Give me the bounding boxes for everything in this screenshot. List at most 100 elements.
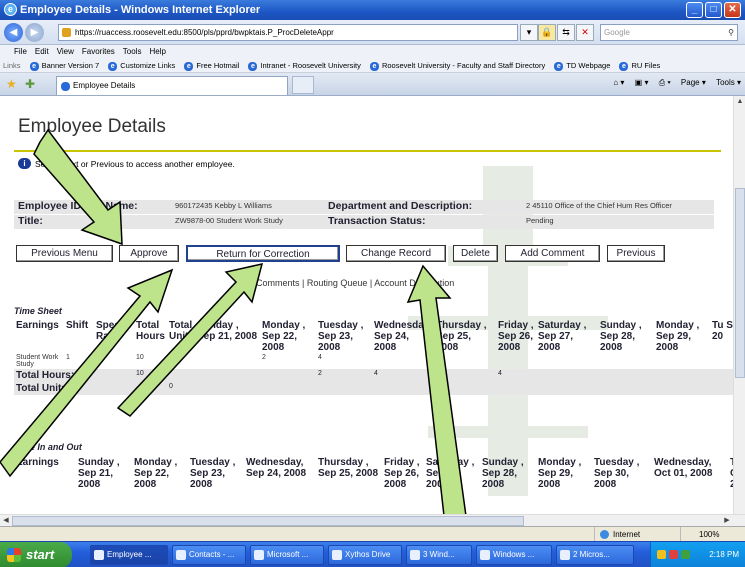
- column-header: Monday , Sep 22, 2008: [134, 457, 178, 490]
- link-banner[interactable]: Banner Version 7: [30, 58, 100, 72]
- table-cell: 2: [262, 354, 266, 361]
- column-header: Friday , Sep 26, 2008: [384, 457, 420, 490]
- return-for-correction-button[interactable]: Return for Correction: [186, 245, 340, 262]
- detail-links: Comments | Routing Queue | Account Distr…: [256, 278, 455, 288]
- forward-button[interactable]: ▶: [25, 23, 44, 42]
- column-header: Tuesday , Sep 23, 2008: [190, 457, 236, 490]
- new-tab-button[interactable]: [292, 76, 314, 94]
- account-distribution-link[interactable]: Account Distribution: [374, 278, 454, 288]
- table-cell: [195, 353, 260, 369]
- taskbar-item[interactable]: 3 Wind...: [406, 545, 472, 565]
- delete-button[interactable]: Delete: [453, 245, 498, 262]
- previous-button[interactable]: Previous: [607, 245, 665, 262]
- add-comment-button[interactable]: Add Comment: [505, 245, 600, 262]
- ie-window: e Employee Details - Windows Internet Ex…: [0, 0, 745, 567]
- scroll-thumb[interactable]: [12, 516, 524, 526]
- taskbar-item[interactable]: Employee ...: [90, 545, 168, 565]
- stop-icon[interactable]: ✕: [576, 24, 594, 41]
- table-cell: [167, 353, 195, 369]
- total-units-value: 0: [167, 382, 195, 395]
- link-customize[interactable]: Customize Links: [108, 58, 175, 72]
- menu-tools[interactable]: Tools: [119, 45, 146, 58]
- employee-id-value: 960172435 Kebby L Williams: [175, 201, 272, 210]
- table-row: Student Work Study 1 10 2 4 4: [14, 353, 733, 369]
- column-header: Earnings: [16, 457, 59, 468]
- taskbar-item[interactable]: 2 Micros...: [556, 545, 634, 565]
- routing-queue-link[interactable]: Routing Queue: [307, 278, 368, 288]
- start-button[interactable]: start: [0, 542, 72, 567]
- taskbar-item[interactable]: Xythos Drive: [328, 545, 402, 565]
- column-header: Special Rate: [96, 320, 132, 342]
- close-button[interactable]: ✕: [724, 2, 741, 18]
- column-header: Shift: [66, 320, 89, 331]
- link-td-webpage[interactable]: TD Webpage: [554, 58, 610, 72]
- search-icon[interactable]: ⚲: [728, 25, 734, 40]
- taskbar-item[interactable]: Microsoft ...: [250, 545, 324, 565]
- total-hours-value: 2: [316, 369, 372, 382]
- table-cell: 4: [318, 354, 322, 361]
- dropdown-icon[interactable]: ▾: [520, 24, 538, 41]
- link-ru-files[interactable]: RU Files: [619, 58, 660, 72]
- scroll-up-icon[interactable]: ▲: [734, 96, 745, 108]
- refresh-icon[interactable]: ⇆: [557, 24, 575, 41]
- instruction-text: Select Next or Previous to access anothe…: [18, 158, 235, 170]
- menu-help[interactable]: Help: [145, 45, 169, 58]
- zoom-level[interactable]: 100%: [680, 527, 745, 542]
- add-favorite-icon[interactable]: ✚: [25, 77, 35, 91]
- menu-edit[interactable]: Edit: [31, 45, 53, 58]
- tab-bar: ★ ✚ Employee Details ⌂ ▾ ▣ ▾ ⎙ ▾ Page ▾ …: [0, 73, 745, 96]
- scroll-thumb[interactable]: [735, 188, 745, 378]
- approve-button[interactable]: Approve: [119, 245, 179, 262]
- vertical-scrollbar[interactable]: ▲: [733, 96, 745, 514]
- time-in-out-heading: Time In and Out: [14, 442, 82, 452]
- tray-icon[interactable]: [681, 550, 690, 559]
- favorites-star-icon[interactable]: ★: [6, 77, 17, 91]
- links-bar: Links Banner Version 7 Customize Links F…: [0, 58, 745, 73]
- transaction-status-label: Transaction Status:: [328, 215, 426, 227]
- link-intranet[interactable]: Intranet - Roosevelt University: [248, 58, 360, 72]
- menu-file[interactable]: File: [0, 45, 31, 58]
- table-cell: [536, 353, 598, 369]
- column-header: Monday , Sep 22, 2008: [262, 320, 306, 353]
- table-cell: [710, 353, 733, 369]
- window-title: Employee Details - Windows Internet Expl…: [20, 4, 261, 16]
- page-menu[interactable]: Page ▾: [681, 78, 706, 87]
- tray-icon[interactable]: [669, 550, 678, 559]
- back-button[interactable]: ◀: [4, 23, 23, 42]
- menu-view[interactable]: View: [53, 45, 78, 58]
- tray-icon[interactable]: [657, 550, 666, 559]
- comments-link[interactable]: Comments: [256, 278, 300, 288]
- table-cell: [496, 353, 536, 369]
- taskbar-item[interactable]: Contacts - ...: [172, 545, 246, 565]
- tools-menu[interactable]: Tools ▾: [716, 78, 741, 87]
- transaction-status-value: Pending: [526, 216, 554, 225]
- search-input[interactable]: Google ⚲: [600, 24, 738, 41]
- maximize-button[interactable]: □: [705, 2, 722, 18]
- print-icon[interactable]: ⎙ ▾: [659, 78, 671, 87]
- column-header: Total Units: [169, 320, 194, 342]
- change-record-button[interactable]: Change Record: [346, 245, 446, 262]
- link-directory[interactable]: Roosevelt University - Faculty and Staff…: [370, 58, 545, 72]
- column-header: Earnings: [16, 320, 59, 331]
- feeds-icon[interactable]: ▣ ▾: [635, 78, 649, 87]
- table-cell: 1: [66, 354, 70, 361]
- table-cell: Student Work Study: [16, 354, 59, 368]
- links-label: Links: [3, 61, 21, 70]
- menu-favorites[interactable]: Favorites: [78, 45, 119, 58]
- home-icon[interactable]: ⌂ ▾: [613, 78, 624, 87]
- column-header: Sunday , Sep 21, 2008: [197, 320, 258, 342]
- total-hours-row: Total Hours: 10 2 4 4: [14, 369, 733, 382]
- horizontal-scrollbar[interactable]: ◀ ▶: [0, 514, 745, 526]
- link-hotmail[interactable]: Free Hotmail: [184, 58, 239, 72]
- time-sheet-header-row: Earnings Shift Special Rate Total Hours Tota…: [14, 320, 733, 353]
- time-in-out-table: Earnings Sunday , Sep 21, 2008 Monday , Se…: [14, 457, 733, 490]
- lock-icon[interactable]: 🔒: [538, 24, 556, 41]
- title-underline: [14, 150, 721, 152]
- minimize-button[interactable]: _: [686, 2, 703, 18]
- column-header: Wednesday, Sep 24, 2008: [374, 320, 432, 353]
- taskbar-item[interactable]: Windows ...: [476, 545, 552, 565]
- ie-logo-icon: e: [4, 3, 17, 16]
- url-field[interactable]: https://ruaccess.roosevelt.edu:8500/pls/…: [58, 24, 518, 41]
- tab-employee-details[interactable]: Employee Details: [56, 76, 288, 95]
- previous-menu-button[interactable]: Previous Menu: [16, 245, 113, 262]
